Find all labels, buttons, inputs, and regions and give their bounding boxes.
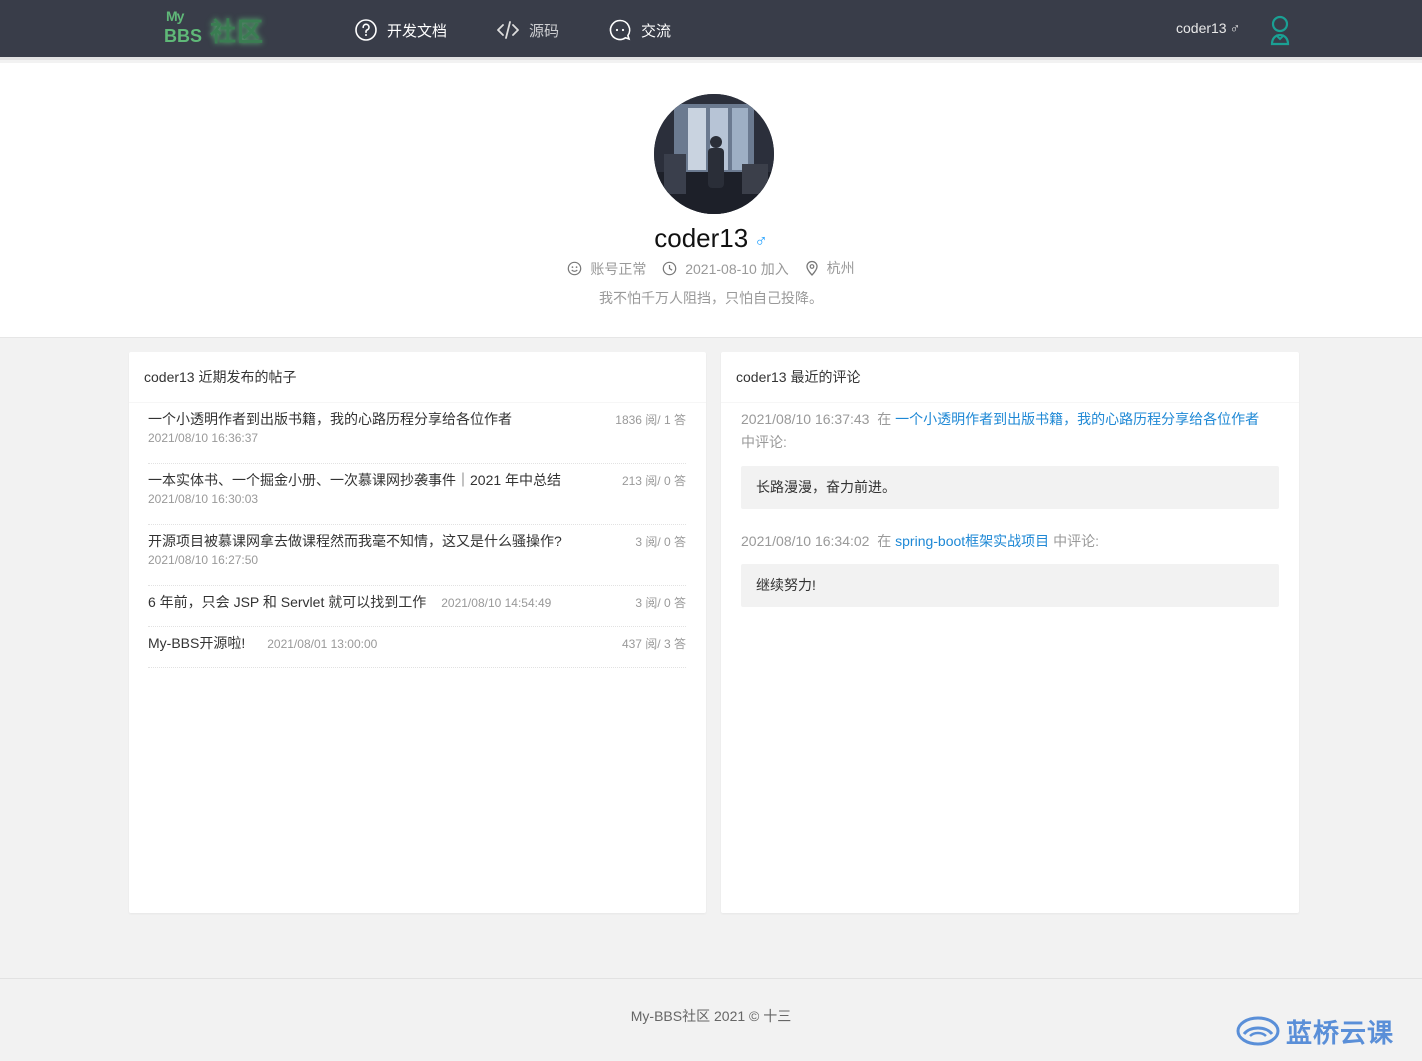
- nav-source[interactable]: 源码: [496, 0, 559, 60]
- post-title-text[interactable]: My-BBS开源啦!: [148, 635, 245, 651]
- post-stats: 3 阅/ 0 答: [635, 535, 686, 549]
- comment-suffix: 中评论:: [741, 434, 787, 450]
- comment-prefix: 在: [877, 533, 892, 549]
- post-title[interactable]: 开源项目被慕课网拿去做课程然而我毫不知情，这又是什么骚操作?: [148, 531, 562, 551]
- post-stats: 437 阅/ 3 答: [621, 637, 686, 651]
- top-navbar: My BBS 社区 开发文档 源码 交流 coder13 ♂: [0, 0, 1422, 60]
- current-user-name: coder13: [1176, 20, 1227, 36]
- post-date: 2021/08/10 16:30:03: [148, 492, 259, 506]
- logo-community: 社区: [210, 17, 265, 47]
- location: 杭州: [805, 258, 855, 278]
- footer-text: My-BBS社区 2021 © 十三: [630, 1008, 792, 1024]
- nav-docs[interactable]: 开发文档: [354, 0, 447, 60]
- location-pin-icon: [805, 260, 818, 276]
- profile-name-row: coder13 ♂: [0, 223, 1422, 254]
- profile-name: coder13: [654, 223, 749, 253]
- clock-icon: [662, 261, 677, 276]
- comment-topic-link[interactable]: 一个小透明作者到出版书籍，我的心路历程分享给各位作者: [895, 411, 1259, 427]
- watermark-logo: 蓝桥云课: [1236, 1014, 1416, 1048]
- profile-header: coder13 ♂ 账号正常 2021-08-10 加入 杭州 我不怕千万人阻挡，…: [0, 63, 1422, 338]
- logo-my: My: [166, 8, 184, 24]
- comment-content: 继续努力!: [741, 564, 1279, 607]
- lanqiao-logo-icon: [1236, 1016, 1280, 1046]
- nav-chat[interactable]: 交流: [608, 0, 671, 60]
- comment-content: 长路漫漫，奋力前进。: [741, 466, 1279, 509]
- post-item[interactable]: 6 年前，只会 JSP 和 Servlet 就可以找到工作 2021/08/10 …: [148, 586, 686, 627]
- comment-meta: 2021/08/10 16:34:02 在 spring-boot框架实战项目 …: [741, 530, 1279, 553]
- user-avatar[interactable]: [1266, 14, 1294, 46]
- recent-comments-title: coder13 最近的评论: [721, 352, 1299, 403]
- comment-meta: 2021/08/10 16:37:43 在 一个小透明作者到出版书籍，我的心路历…: [741, 408, 1279, 454]
- recent-posts-title: coder13 近期发布的帖子: [129, 352, 706, 403]
- account-status: 账号正常: [567, 259, 646, 279]
- location-text: 杭州: [826, 260, 855, 276]
- join-date: 2021-08-10 加入: [662, 259, 789, 279]
- post-title[interactable]: 一本实体书、一个掘金小册、一次慕课网抄袭事件｜2021 年中总结: [148, 470, 561, 490]
- post-item[interactable]: 一个小透明作者到出版书籍，我的心路历程分享给各位作者 2021/08/10 16…: [148, 403, 686, 464]
- comment-topic-link[interactable]: spring-boot框架实战项目: [895, 533, 1049, 549]
- join-date-text: 2021-08-10 加入: [685, 260, 789, 277]
- post-title[interactable]: 一个小透明作者到出版书籍，我的心路历程分享给各位作者: [148, 409, 512, 429]
- post-title[interactable]: My-BBS开源啦! 2021/08/01 13:00:00: [148, 633, 377, 653]
- post-date: 2021/08/10 14:54:49: [441, 596, 552, 610]
- logo-bbs: BBS: [164, 26, 203, 46]
- post-date: 2021/08/10 16:36:37: [148, 431, 259, 445]
- profile-signature: 我不怕千万人阻挡，只怕自己投降。: [599, 290, 823, 306]
- recent-comments-card: coder13 最近的评论 2021/08/10 16:37:43 在 一个小透…: [721, 352, 1299, 913]
- post-item[interactable]: My-BBS开源啦! 2021/08/01 13:00:00 437 阅/ 3 答: [148, 627, 686, 668]
- code-icon: [496, 18, 520, 42]
- profile-avatar: [654, 94, 774, 214]
- current-user-menu[interactable]: coder13 ♂: [1176, 20, 1240, 36]
- comment-time: 2021/08/10 16:34:02: [741, 533, 870, 549]
- recent-posts-card: coder13 近期发布的帖子 一个小透明作者到出版书籍，我的心路历程分享给各位…: [129, 352, 706, 913]
- profile-meta: 账号正常 2021-08-10 加入 杭州: [0, 258, 1422, 279]
- post-stats: 1836 阅/ 1 答: [615, 413, 686, 427]
- comment-prefix: 在: [877, 411, 892, 427]
- post-date: 2021/08/01 13:00:00: [267, 637, 378, 651]
- site-logo[interactable]: My BBS 社区: [160, 6, 270, 50]
- nav-chat-label: 交流: [641, 22, 672, 40]
- smile-icon: [568, 261, 582, 276]
- post-item[interactable]: 开源项目被慕课网拿去做课程然而我毫不知情，这又是什么骚操作? 2021/08/1…: [148, 525, 686, 586]
- footer: My-BBS社区 2021 © 十三: [0, 978, 1422, 1061]
- post-title[interactable]: 6 年前，只会 JSP 和 Servlet 就可以找到工作 2021/08/10 …: [148, 592, 551, 612]
- post-date: 2021/08/10 16:27:50: [148, 553, 259, 567]
- watermark-text: 蓝桥云课: [1286, 1017, 1395, 1048]
- post-list: 一个小透明作者到出版书籍，我的心路历程分享给各位作者 2021/08/10 16…: [148, 403, 686, 668]
- chat-icon: [608, 18, 632, 42]
- nav-source-label: 源码: [529, 22, 560, 40]
- nav-docs-label: 开发文档: [387, 22, 448, 40]
- comment-time: 2021/08/10 16:37:43: [741, 411, 870, 427]
- post-stats: 3 阅/ 0 答: [635, 596, 686, 610]
- male-icon: ♂: [1229, 20, 1241, 36]
- post-stats: 213 阅/ 0 答: [621, 474, 686, 488]
- help-circle-icon: [354, 18, 378, 42]
- post-item[interactable]: 一本实体书、一个掘金小册、一次慕课网抄袭事件｜2021 年中总结 2021/08…: [148, 464, 686, 525]
- comment-suffix: 中评论:: [1053, 533, 1099, 549]
- male-icon: ♂: [754, 231, 768, 251]
- account-status-text: 账号正常: [590, 260, 647, 277]
- post-title-text[interactable]: 6 年前，只会 JSP 和 Servlet 就可以找到工作: [148, 594, 426, 610]
